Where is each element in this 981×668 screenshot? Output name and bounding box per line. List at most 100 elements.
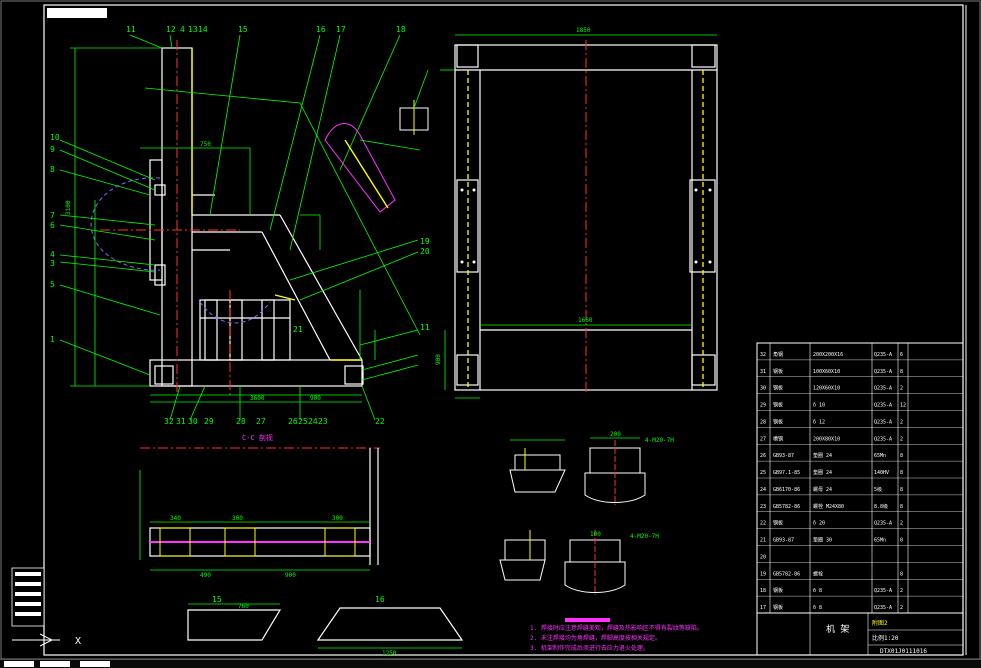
part-15-dim: 760 [238, 603, 249, 610]
detail-d-dim: 100 [590, 531, 601, 538]
callout-32: 32 [164, 417, 174, 426]
layout-tab-1[interactable] [40, 661, 70, 667]
dim-front-height: 3100 [65, 200, 72, 215]
bom-cell-mat: 65Mn [874, 538, 886, 544]
detail-b-dim: 200 [610, 431, 621, 438]
section-title: C-C 剖视 [242, 433, 273, 442]
side-dimensions [440, 34, 717, 399]
bom-cell-spec: 200X80X10 [813, 436, 840, 442]
drawing-number: DTX01J0111016 [880, 648, 927, 655]
plan-dim-1: 340 [170, 515, 181, 522]
bom-cell-spec: 垫圈 30 [813, 537, 832, 544]
callout-12: 12 [166, 25, 176, 34]
callout-23: 23 [318, 417, 328, 426]
bom-cell-mat: Q235-A [874, 436, 892, 442]
technical-notes: 1. 焊接时应注意焊缝美观，焊缝及热影响区不得有裂纹等缺陷。 2. 未注焊接均为… [530, 618, 703, 652]
bom-cell-name: 钢板 [773, 587, 783, 594]
layer-legend[interactable] [11, 567, 45, 627]
bom-cell-qty: 12 [900, 403, 906, 409]
note-3: 3. 机架制作完成后须进行去应力退火处理。 [530, 644, 649, 652]
bom-table: 32 角钢 200X200X16 Q235-A 6 31 钢板 100X60X10 Q235-A… [756, 342, 964, 614]
bom-cell-qty: 2 [900, 605, 903, 611]
bom-cell-mat: 140HV [874, 470, 889, 476]
bom-cell-spec: δ 10 [813, 403, 825, 409]
bom-cell-qty: 2 [900, 436, 903, 442]
bom-cell-qty: 2 [900, 386, 903, 392]
bom-cell-mat: Q235-A [874, 352, 892, 358]
ucs-x-label: X [75, 636, 81, 647]
bom-cell-name: GB5782-86 [773, 504, 800, 510]
bom-cell-no: 25 [760, 470, 766, 476]
bom-cell-spec: 200X200X16 [813, 352, 843, 358]
bom-cell-mat: Q235-A [874, 403, 892, 409]
bom-cell-qty: 6 [900, 352, 903, 358]
swing-arc [90, 177, 271, 324]
callout-29: 29 [204, 417, 214, 426]
detail-d-thread: 4-M20-7H [630, 533, 659, 540]
part-16: 16 1250 [316, 595, 464, 657]
callout-7: 7 [50, 211, 55, 220]
callout-11-right: 11 [420, 323, 430, 332]
dim-front-seg: 900 [310, 395, 321, 402]
bom-cell-name: 钢板 [773, 520, 783, 527]
callout-21: 21 [293, 325, 303, 334]
bom-cell-no: 32 [760, 352, 766, 358]
bom-cell-spec: 垫圈 24 [813, 452, 832, 459]
part-16-label: 16 [375, 595, 385, 604]
bom-cell-qty: 2 [900, 588, 903, 594]
callout-30: 30 [188, 417, 198, 426]
bom-cell-no: 22 [760, 521, 766, 527]
bom-cell-no: 17 [760, 605, 766, 611]
plan-dim-3: 900 [285, 572, 296, 579]
bom-cell-no: 19 [760, 571, 766, 577]
callout-9: 9 [50, 145, 55, 154]
bom-cell-no: 24 [760, 487, 766, 493]
bom-cell-spec: 螺栓 [813, 570, 823, 577]
bom-cell-name: GB6170-86 [773, 487, 800, 493]
bom-cell-spec: 螺母 24 [813, 486, 832, 493]
callout-14: 14 [198, 25, 208, 34]
bom-cell-no: 30 [760, 386, 766, 392]
bom-cell-no: 31 [760, 369, 766, 375]
model-tab[interactable] [4, 661, 34, 667]
detail-c [499, 530, 546, 581]
plan-dim-5: 300 [332, 515, 343, 522]
bom-cell-qty: 8 [900, 453, 903, 459]
bom-cell-no: 20 [760, 554, 766, 560]
callout-31: 31 [176, 417, 186, 426]
callout-24: 24 [308, 417, 318, 426]
bom-cell-name: 钢板 [773, 368, 783, 375]
part-15-label: 15 [212, 595, 222, 604]
bom-cell-qty: 8 [900, 369, 903, 375]
detail-b-thread: 4-M20-7H [645, 437, 674, 444]
bom-cell-name: 钢板 [773, 402, 783, 409]
callout-28: 28 [236, 417, 246, 426]
callout-4-left: 4 [50, 250, 55, 259]
bom-cell-name: 钢板 [773, 418, 783, 425]
bom-cell-mat: 65Mn [874, 453, 886, 459]
callout-13: 13 [188, 25, 198, 34]
note-1: 1. 焊接时应注意焊缝美观，焊缝及热影响区不得有裂纹等缺陷。 [530, 624, 703, 632]
detail-a [509, 439, 566, 493]
bom-cell-name: GB93-87 [773, 453, 794, 459]
layout-tab-2[interactable] [80, 661, 110, 667]
bom-cell-mat: Q235-A [874, 369, 892, 375]
bom-cell-no: 27 [760, 436, 766, 442]
bom-cell-spec: 螺栓 M24X80 [813, 503, 844, 510]
bom-cell-spec: 100X60X10 [813, 369, 840, 375]
callout-6: 6 [50, 221, 55, 230]
bom-cell-spec: 垫圈 24 [813, 469, 832, 476]
bom-cell-name: 钢板 [773, 604, 783, 611]
callout-27: 27 [256, 417, 266, 426]
bom-cell-qty: 8 [900, 571, 903, 577]
bom-cell-qty: 2 [900, 419, 903, 425]
bom-cell-spec: δ 8 [813, 588, 822, 594]
cad-drawing-canvas[interactable]: 11 12 4 13 14 15 16 17 18 10 9 8 7 6 4 3… [0, 0, 981, 667]
drawing-tab[interactable] [47, 8, 107, 18]
callout-16: 16 [316, 25, 326, 34]
bom-cell-name: GB93-87 [773, 538, 794, 544]
bom-cell-spec: δ 12 [813, 419, 825, 425]
bom-cell-mat: Q235-A [874, 419, 892, 425]
bom-cell-mat: Q235-A [874, 386, 892, 392]
bom-cell-no: 28 [760, 419, 766, 425]
